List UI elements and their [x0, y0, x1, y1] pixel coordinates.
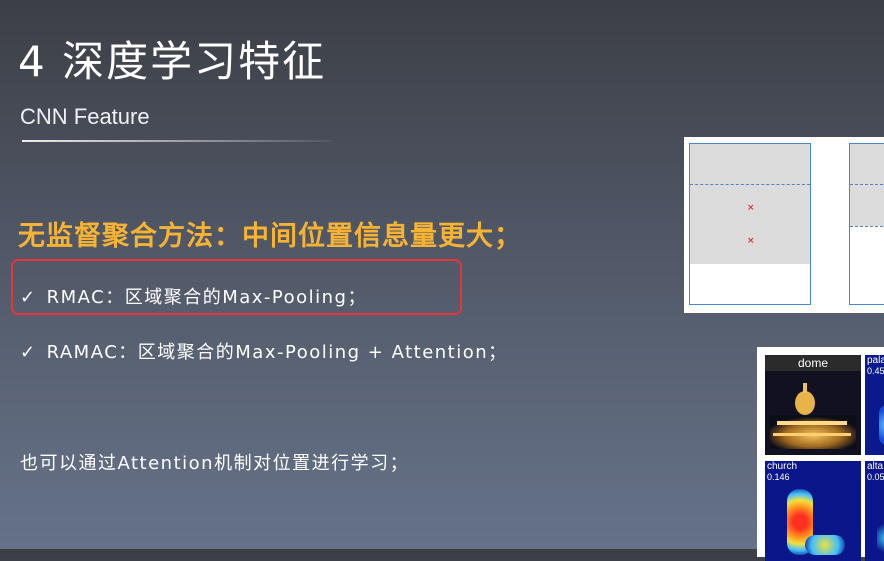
heatmap-label: pala	[867, 355, 884, 366]
dome-photo: dome	[765, 355, 861, 455]
bullet-ramac-text: RAMAC：区域聚合的Max-Pooling + Attention；	[46, 342, 508, 363]
region-center-marker-icon: ×	[747, 203, 755, 213]
heatmap-blob	[805, 535, 845, 555]
region-dashed-line	[690, 184, 810, 185]
heatmap-cell: pala 0.45	[865, 355, 884, 455]
region-center-marker-icon: ×	[747, 236, 755, 246]
heatmap-label: alta	[867, 461, 884, 472]
highlight-statement: 无监督聚合方法：中间位置信息量更大；	[18, 221, 522, 252]
region-dashed-line	[850, 184, 884, 185]
heatmap-blob	[877, 521, 884, 555]
heatmap-cell: alta 0.05	[865, 461, 884, 561]
heatmap-score: 0.146	[767, 472, 790, 482]
dome-photo-image	[765, 371, 861, 455]
slide-subtitle: CNN Feature	[20, 104, 150, 129]
slide-title: 4 深度学习特征	[18, 37, 327, 86]
attention-heatmap-figure: dome pala 0.45 church 0.146 alta 0.05	[757, 347, 884, 561]
check-icon: ✓	[20, 342, 37, 363]
region-panel-right	[849, 143, 884, 305]
bullet-ramac: ✓ RAMAC：区域聚合的Max-Pooling + Attention；	[20, 338, 508, 364]
heatmap-score: 0.45	[867, 366, 884, 376]
region-dashed-line	[850, 226, 884, 227]
region-diagram: × ×	[684, 137, 884, 313]
emphasis-box	[11, 259, 462, 315]
heatmap-blob	[879, 405, 884, 445]
heatmap-score: 0.05	[867, 472, 884, 482]
heatmap-cell: church 0.146	[765, 461, 861, 561]
title-divider	[22, 140, 332, 142]
region-panel-left: × ×	[689, 143, 811, 305]
attention-note: 也可以通过Attention机制对位置进行学习；	[20, 453, 410, 474]
region-shade	[850, 144, 884, 226]
heatmap-label: church	[767, 461, 798, 472]
